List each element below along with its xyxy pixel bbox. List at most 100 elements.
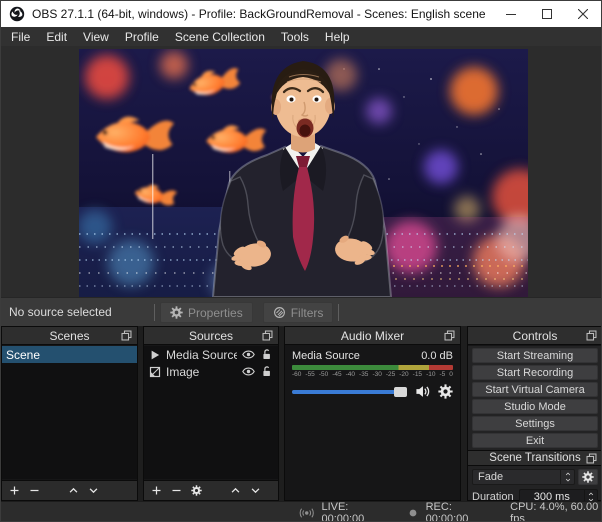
tick-label: -45 [332, 371, 342, 378]
audio-mixer-dock: Audio Mixer Media Source 0.0 dB -60 -55 … [284, 326, 461, 501]
start-virtual-camera-button[interactable]: Start Virtual Camera [472, 382, 598, 397]
pin-icon[interactable] [585, 329, 598, 342]
sources-title: Sources [188, 328, 234, 343]
tick-label: -25 [385, 371, 396, 378]
video-preview [79, 49, 528, 297]
menu-item-help[interactable]: Help [317, 27, 358, 46]
source-toolbar: No source selected Properties Filters [1, 297, 601, 326]
menu-item-view[interactable]: View [75, 27, 117, 46]
lock-open-icon[interactable] [260, 365, 273, 378]
tick-label: -35 [359, 371, 369, 378]
tick-label: -20 [399, 371, 409, 378]
transition-select-spinner[interactable] [560, 470, 574, 484]
maximize-icon [542, 9, 552, 19]
preview-canvas[interactable] [1, 46, 601, 297]
properties-button[interactable]: Properties [160, 302, 253, 323]
menu-item-profile[interactable]: Profile [117, 27, 167, 46]
source-properties-gear-icon[interactable] [191, 485, 202, 496]
mixer-title: Audio Mixer [340, 328, 405, 343]
scenes-list: Scene [2, 346, 137, 479]
sources-dock: Sources Media Source Image [143, 326, 279, 501]
menu-item-tools[interactable]: Tools [273, 27, 317, 46]
scene-transitions-title: Scene Transitions [489, 452, 581, 464]
menu-item-scene-collection[interactable]: Scene Collection [167, 27, 273, 46]
move-scene-up-button[interactable] [68, 485, 79, 496]
mixer-channel: Media Source 0.0 dB -60 -55 -50 -45 -40 … [285, 346, 460, 500]
transition-select[interactable]: Fade [472, 469, 575, 485]
start-streaming-button[interactable]: Start Streaming [472, 348, 598, 363]
close-icon [578, 9, 588, 19]
scenes-title: Scenes [49, 328, 90, 343]
tick-label: -55 [305, 371, 315, 378]
source-list-item[interactable]: Media Source [144, 346, 278, 363]
tick-label: 0 [449, 371, 453, 378]
meter-tick-labels: -60 -55 -50 -45 -40 -35 -30 -25 -20 -15 … [292, 371, 453, 378]
maximize-button[interactable] [529, 1, 565, 27]
gear-icon [170, 306, 183, 319]
volume-slider[interactable] [292, 386, 407, 397]
eye-icon[interactable] [242, 348, 255, 361]
start-recording-button[interactable]: Start Recording [472, 365, 598, 380]
toolbar-separator [154, 304, 155, 321]
volume-slider-handle[interactable] [394, 386, 407, 397]
volume-slider-fill [292, 389, 396, 394]
controls-body: Start Streaming Start Recording Start Vi… [468, 346, 601, 504]
eye-icon[interactable] [242, 365, 255, 378]
sources-toolbar [144, 480, 278, 500]
transition-properties-button[interactable] [578, 469, 598, 485]
mixer-channel-name: Media Source [292, 350, 360, 362]
menu-bar: File Edit View Profile Scene Collection … [1, 27, 601, 46]
image-icon [149, 366, 161, 378]
rec-status: REC: 00:00:00 [425, 500, 469, 522]
scenes-dock-header[interactable]: Scenes [2, 327, 137, 345]
live-status: LIVE: 00:00:00 [321, 500, 365, 522]
gear-icon [582, 471, 594, 483]
performance-stats: CPU: 4.0%, 60.00 fps [510, 500, 599, 522]
properties-label: Properties [188, 305, 243, 320]
move-source-up-button[interactable] [230, 485, 241, 496]
filter-icon [273, 306, 286, 319]
filters-button[interactable]: Filters [262, 302, 334, 323]
menu-item-file[interactable]: File [3, 27, 38, 46]
tick-label: -10 [426, 371, 436, 378]
menu-item-edit[interactable]: Edit [38, 27, 75, 46]
studio-mode-button[interactable]: Studio Mode [472, 399, 598, 414]
pin-icon[interactable] [443, 329, 456, 342]
speaker-icon[interactable] [415, 384, 430, 399]
scene-list-item[interactable]: Scene [2, 346, 137, 363]
scene-transitions-header[interactable]: Scene Transitions [468, 450, 601, 466]
tick-label: -30 [372, 371, 382, 378]
scene-name: Scene [6, 347, 41, 362]
sources-dock-header[interactable]: Sources [144, 327, 278, 345]
tick-label: -5 [439, 371, 446, 378]
scenes-dock: Scenes Scene [1, 326, 138, 501]
settings-button[interactable]: Settings [472, 416, 598, 431]
chevron-down-icon [564, 477, 572, 483]
source-status-text: No source selected [9, 305, 112, 319]
pin-icon[interactable] [261, 329, 274, 342]
minimize-button[interactable] [493, 1, 529, 27]
exit-button[interactable]: Exit [472, 433, 598, 448]
obs-logo-icon [9, 6, 25, 22]
move-scene-down-button[interactable] [88, 485, 99, 496]
volume-meter [292, 365, 453, 370]
add-source-button[interactable] [151, 485, 162, 496]
mixer-level-db: 0.0 dB [421, 350, 453, 362]
add-scene-button[interactable] [9, 485, 20, 496]
record-dot-icon [407, 506, 419, 520]
status-bar: LIVE: 00:00:00 REC: 00:00:00 CPU: 4.0%, … [1, 500, 601, 522]
remove-source-button[interactable] [171, 485, 182, 496]
close-button[interactable] [565, 1, 601, 27]
mixer-settings-gear-icon[interactable] [438, 384, 453, 399]
lock-open-icon[interactable] [260, 348, 273, 361]
pin-icon[interactable] [585, 452, 598, 465]
source-list-item[interactable]: Image [144, 363, 278, 380]
mixer-dock-header[interactable]: Audio Mixer [285, 327, 460, 345]
move-source-down-button[interactable] [250, 485, 261, 496]
pin-icon[interactable] [120, 329, 133, 342]
tick-label: -40 [345, 371, 356, 378]
controls-dock-header[interactable]: Controls [468, 327, 601, 345]
remove-scene-button[interactable] [29, 485, 40, 496]
play-icon [149, 349, 161, 361]
tick-label: -50 [318, 371, 329, 378]
